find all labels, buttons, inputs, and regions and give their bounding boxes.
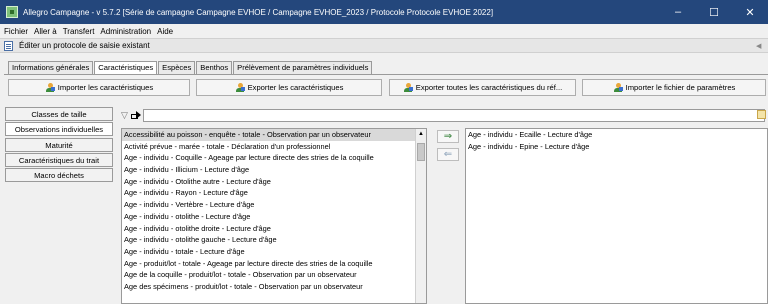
filter-input[interactable]: [143, 108, 765, 122]
list-item[interactable]: Age - individu - otolithe droite - Lectu…: [122, 223, 426, 235]
add-to-selection-button[interactable]: ⇒: [437, 130, 459, 143]
list-item[interactable]: Age des spécimens - produit/lot - totale…: [122, 281, 426, 293]
list-item[interactable]: Age - individu - Otolithe autre - Lectur…: [122, 176, 426, 188]
tab-especes[interactable]: Espèces: [158, 61, 196, 74]
import-characteristics-button[interactable]: Importer les caractéristiques: [8, 79, 190, 96]
sidebar-item-macro-dechets[interactable]: Macro déchets: [5, 168, 113, 182]
tab-benthos[interactable]: Benthos: [196, 61, 233, 74]
app-logo-icon: [6, 6, 18, 18]
user-import-file-icon: [613, 82, 623, 93]
collapse-icon[interactable]: ◀: [756, 42, 764, 50]
list-item[interactable]: Age - individu - Rayon - Lecture d'âge: [122, 187, 426, 199]
maximize-button[interactable]: ☐: [696, 0, 732, 24]
menu-bar: Fichier Aller à Transfert Administration…: [0, 24, 768, 38]
list-item[interactable]: Age - individu - totale - Lecture d'âge: [122, 246, 426, 258]
export-characteristics-label: Exporter les caractéristiques: [247, 83, 344, 92]
tab-bar: Informations générales Caractéristiques …: [8, 61, 373, 74]
import-parameters-file-label: Importer le fichier de paramètres: [625, 83, 736, 92]
menu-aide[interactable]: Aide: [157, 27, 173, 36]
list-item[interactable]: Age - individu - Epine - Lecture d'âge: [466, 141, 767, 153]
list-item[interactable]: Age - individu - otolithe - Lecture d'âg…: [122, 211, 426, 223]
sidebar-item-classes-de-taille[interactable]: Classes de taille: [5, 107, 113, 121]
tab-prelevement-parametres[interactable]: Prélèvement de paramètres individuels: [233, 61, 373, 74]
tab-informations-generales[interactable]: Informations générales: [8, 61, 94, 74]
document-icon: [4, 40, 13, 51]
menu-fichier[interactable]: Fichier: [4, 27, 28, 36]
list-item[interactable]: Age - individu - otolithe gauche - Lectu…: [122, 234, 426, 246]
window-title: Allegro Campagne - v 5.7.2 [Série de cam…: [23, 7, 494, 17]
list-item[interactable]: Age - individu - Vertèbre - Lecture d'âg…: [122, 199, 426, 211]
list-scrollbar[interactable]: ▲: [415, 129, 426, 303]
list-item[interactable]: Age - individu - Coquille - Ageage par l…: [122, 152, 426, 164]
selected-characteristics-list[interactable]: Age - individu - Ecaille - Lecture d'âge…: [465, 128, 768, 304]
minimize-button[interactable]: –: [660, 0, 696, 24]
user-export-icon: [235, 82, 245, 93]
user-export-all-icon: [403, 82, 413, 93]
export-all-characteristics-button[interactable]: Exporter toutes les caractéristiques du …: [389, 79, 576, 96]
import-parameters-file-button[interactable]: Importer le fichier de paramètres: [582, 79, 766, 96]
tab-caracteristiques[interactable]: Caractéristiques: [94, 61, 158, 74]
list-item[interactable]: Age - produit/lot - totale - Ageage par …: [122, 258, 426, 270]
menu-transfert[interactable]: Transfert: [63, 27, 95, 36]
available-characteristics-list[interactable]: Accessibilité au poisson - enquête - tot…: [121, 128, 427, 304]
scroll-up-icon[interactable]: ▲: [416, 129, 426, 139]
list-item[interactable]: Age - individu - Ecaille - Lecture d'âge: [466, 129, 767, 141]
menu-aller-a[interactable]: Aller à: [34, 27, 57, 36]
filter-bar: ▽: [121, 108, 768, 122]
tab-divider: [4, 74, 768, 75]
filter-icon[interactable]: ▽: [121, 110, 131, 121]
edit-icon[interactable]: [757, 110, 766, 119]
user-import-icon: [45, 82, 55, 93]
sidebar-item-maturite[interactable]: Maturité: [5, 138, 113, 152]
menu-administration[interactable]: Administration: [100, 27, 151, 36]
export-characteristics-button[interactable]: Exporter les caractéristiques: [196, 79, 382, 96]
arrow-icon[interactable]: [131, 110, 141, 120]
list-item[interactable]: Activité prévue - marée - totale - Décla…: [122, 141, 426, 153]
editor-title: Éditer un protocole de saisie existant: [19, 41, 150, 50]
close-button[interactable]: ✕: [732, 0, 768, 24]
scroll-thumb[interactable]: [417, 143, 425, 161]
window-titlebar: Allegro Campagne - v 5.7.2 [Série de cam…: [0, 0, 768, 24]
list-item[interactable]: Age - individu - Illicium - Lecture d'âg…: [122, 164, 426, 176]
list-item[interactable]: Accessibilité au poisson - enquête - tot…: [122, 129, 426, 141]
action-toolbar: Importer les caractéristiques Exporter l…: [0, 79, 768, 96]
export-all-characteristics-label: Exporter toutes les caractéristiques du …: [415, 83, 563, 92]
editor-header: Éditer un protocole de saisie existant ◀: [0, 38, 768, 53]
sidebar-item-caracteristiques-du-trait[interactable]: Caractéristiques du trait: [5, 153, 113, 167]
remove-from-selection-button[interactable]: ⇐: [437, 148, 459, 161]
sidebar-item-observations-individuelles[interactable]: Observations individuelles: [5, 122, 113, 136]
import-characteristics-label: Importer les caractéristiques: [57, 83, 154, 92]
list-item[interactable]: Age de la coquille - produit/lot - total…: [122, 269, 426, 281]
